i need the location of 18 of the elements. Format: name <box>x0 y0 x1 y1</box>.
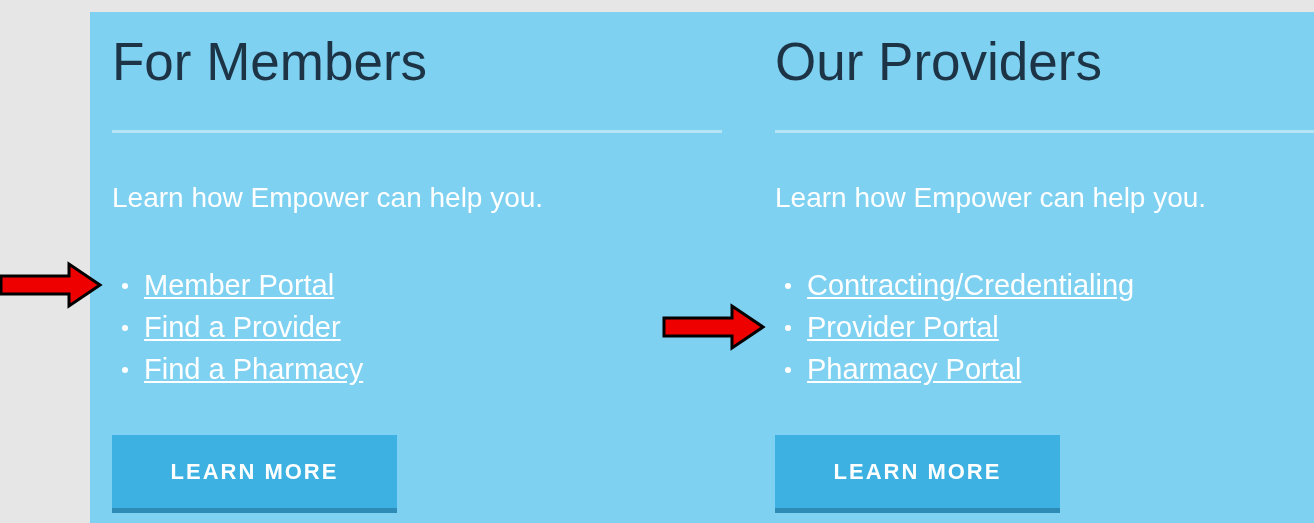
bullet-icon <box>122 325 128 331</box>
portal-link[interactable]: Find a Provider <box>144 306 341 350</box>
section-intro: Learn how Empower can help you. <box>775 183 1208 213</box>
portal-link[interactable]: Member Portal <box>144 264 335 308</box>
bullet-icon <box>785 325 791 331</box>
portal-link[interactable]: Contracting/Credentialing <box>807 264 1135 308</box>
portal-link[interactable]: Pharmacy Portal <box>807 348 1022 392</box>
portal-link[interactable]: Provider Portal <box>807 306 999 350</box>
bullet-icon <box>785 283 791 289</box>
section-heading: Our Providers <box>775 32 1103 92</box>
bullet-icon <box>785 367 791 373</box>
section-intro: Learn how Empower can help you. <box>112 183 545 213</box>
learn-more-button[interactable]: LEARN MORE <box>775 435 1060 513</box>
learn-more-button[interactable]: LEARN MORE <box>112 435 397 513</box>
bullet-icon <box>122 367 128 373</box>
section-heading: For Members <box>112 32 429 92</box>
bullet-icon <box>122 283 128 289</box>
portal-link[interactable]: Find a Pharmacy <box>144 348 364 392</box>
